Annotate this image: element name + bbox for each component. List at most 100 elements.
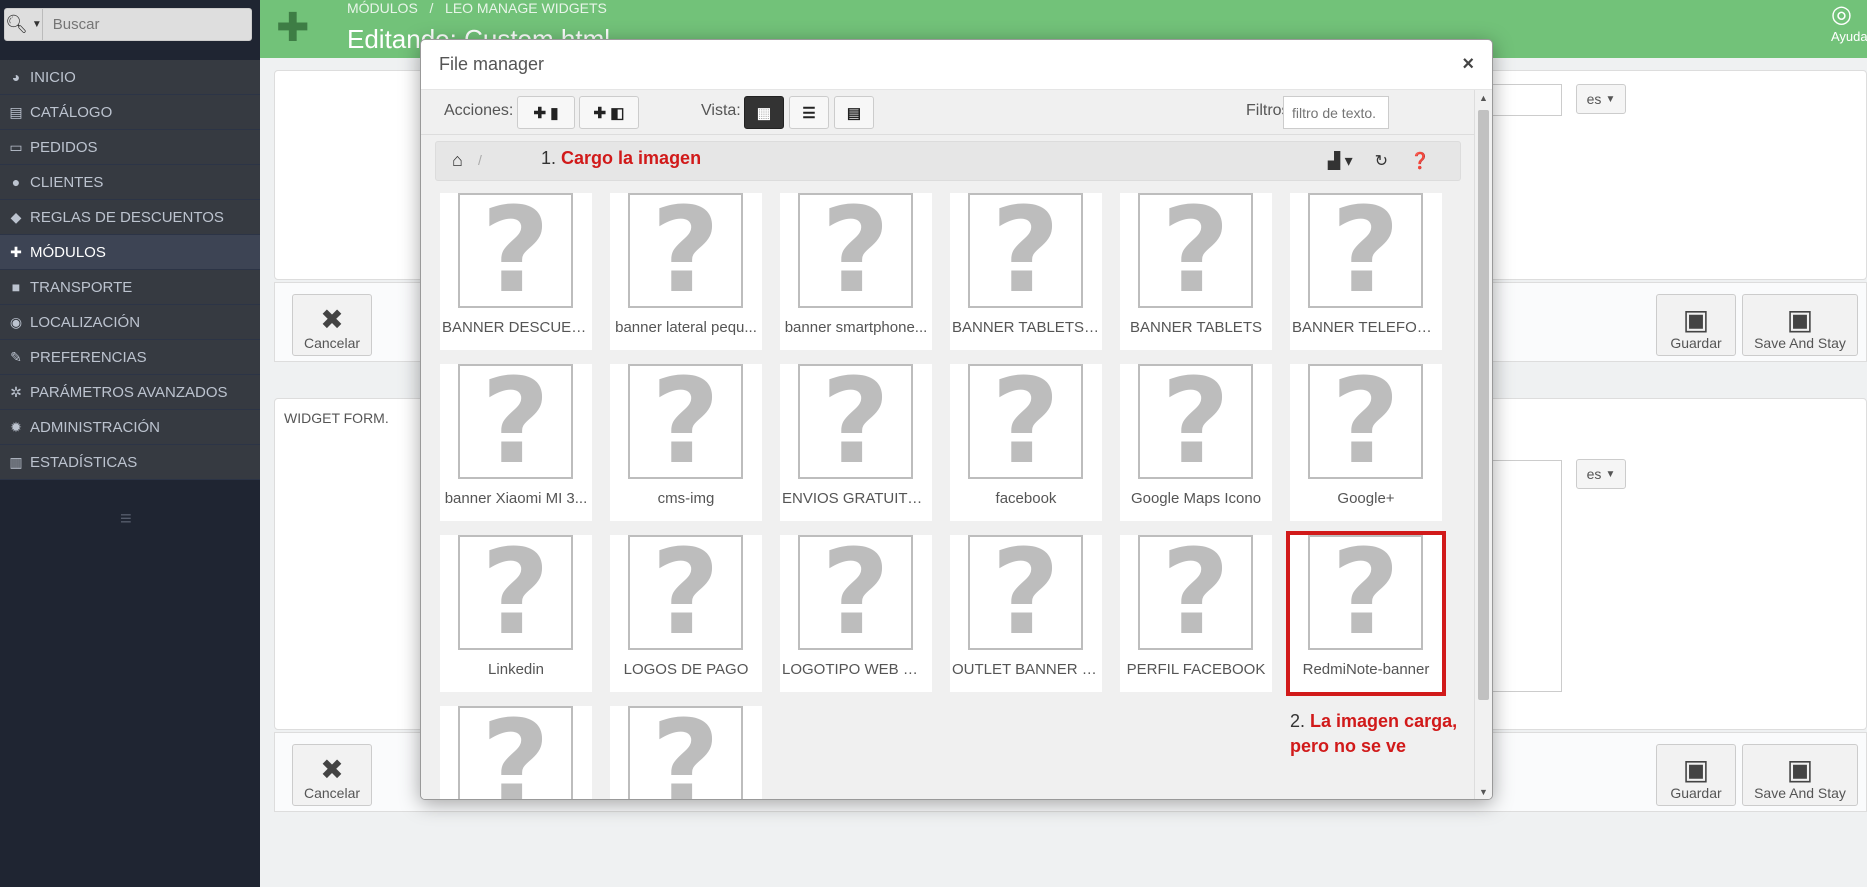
menu-collapse-icon[interactable]: ≡	[120, 508, 132, 531]
language-label: es	[1586, 466, 1602, 482]
file-name: Linkedin	[488, 661, 544, 678]
language-dropdown-2[interactable]: es ▼	[1576, 459, 1626, 489]
save-button-2[interactable]: ▣ Guardar	[1656, 744, 1736, 806]
file-tile[interactable]: ? facebook	[950, 364, 1102, 521]
sidebar-item-clientes[interactable]: ● CLIENTES	[0, 165, 260, 200]
file-tile[interactable]: ? OUTLET BANNER M...	[950, 535, 1102, 692]
file-tile[interactable]: ? Google+	[1290, 364, 1442, 521]
broken-image-icon: ?	[458, 364, 573, 479]
sidebar-item-label: ADMINISTRACIÓN	[30, 418, 161, 436]
sidebar-item-preferencias[interactable]: ✎ PREFERENCIAS	[0, 340, 260, 375]
close-icon[interactable]: ×	[1462, 53, 1474, 76]
broken-image-icon: ?	[798, 193, 913, 308]
modal-scrollbar[interactable]: ▲ ▼	[1474, 90, 1492, 799]
dashboard-icon: ◕	[11, 69, 21, 85]
file-tile[interactable]: ? cms-img	[610, 364, 762, 521]
broken-image-icon: ?	[1138, 364, 1253, 479]
file-tile[interactable]: ? banner smartphone...	[780, 193, 932, 350]
cancel-button[interactable]: ✖ Cancelar	[292, 294, 372, 356]
file-tile[interactable]: ?	[610, 706, 762, 799]
sidebar-item-modulos[interactable]: ✚ MÓDULOS	[0, 235, 260, 270]
broken-image-icon: ?	[1138, 535, 1253, 650]
scroll-up-icon[interactable]: ▲	[1475, 90, 1492, 107]
sidebar-item-pedidos[interactable]: ▭ PEDIDOS	[0, 130, 260, 165]
breadcrumb: MÓDULOS / LEO MANAGE WIDGETS	[347, 0, 607, 16]
tags-icon: ◆	[10, 208, 22, 225]
upload-file-button[interactable]: ✚ ▮	[517, 96, 575, 129]
help-button[interactable]: ◎ Ayuda	[1831, 0, 1867, 44]
scroll-down-icon[interactable]: ▼	[1475, 784, 1492, 799]
file-tile[interactable]: ? LOGOS DE PAGO	[610, 535, 762, 692]
annotation-1-text: Cargo la imagen	[561, 148, 702, 168]
sidebar-item-administracion[interactable]: ✹ ADMINISTRACIÓN	[0, 410, 260, 445]
path-tools: ▟ ▾ ↻ ❓	[1328, 151, 1430, 171]
broken-image-icon: ?	[628, 364, 743, 479]
search-box: 🔍︎ ▼	[4, 8, 252, 41]
title-input[interactable]	[1490, 84, 1562, 116]
scroll-thumb[interactable]	[1478, 110, 1489, 700]
bar-chart-icon: ▥	[9, 453, 23, 470]
sidebar-item-catalogo[interactable]: ▤ CATÁLOGO	[0, 95, 260, 130]
sidebar-item-inicio[interactable]: ◕ INICIO	[0, 60, 260, 95]
wrench-icon: ✎	[10, 348, 22, 365]
file-tile[interactable]: ? LOGOTIPO WEB MO...	[780, 535, 932, 692]
sidebar-item-parametros[interactable]: ✲ PARÁMETROS AVANZADOS	[0, 375, 260, 410]
file-name: RedmiNote-banner	[1302, 661, 1430, 678]
refresh-icon[interactable]: ↻	[1375, 151, 1388, 171]
file-tile[interactable]: ? BANNER TABLETS_1	[950, 193, 1102, 350]
cancel-button-2[interactable]: ✖ Cancelar	[292, 744, 372, 806]
broken-image-icon: ?	[458, 706, 573, 799]
annotation-2-number: 2.	[1290, 711, 1306, 731]
file-tile[interactable]: ? banner lateral pequ...	[610, 193, 762, 350]
view-grid-button[interactable]: ▦	[744, 96, 784, 129]
save-and-stay-button-2[interactable]: ▣ Save And Stay	[1742, 744, 1858, 806]
file-tile[interactable]: ? banner Xiaomi MI 3...	[440, 364, 592, 521]
annotation-2: 2. La imagen carga, pero no se ve	[1290, 709, 1475, 759]
file-tile-highlighted[interactable]: ? RedmiNote-banner	[1286, 531, 1446, 696]
new-folder-button[interactable]: ✚ ◧	[579, 96, 639, 129]
annotation-1-number: 1.	[541, 148, 557, 168]
broken-image-icon: ?	[1308, 193, 1423, 308]
file-manager-modal: File manager × Acciones: ✚ ▮ ✚ ◧ Vista: …	[420, 39, 1493, 800]
broken-image-icon: ?	[968, 193, 1083, 308]
search-scope-button[interactable]: 🔍︎ ▼	[5, 9, 43, 40]
file-tile[interactable]: ? Linkedin	[440, 535, 592, 692]
file-tile[interactable]: ? Google Maps Icono	[1120, 364, 1272, 521]
file-tile[interactable]: ? PERFIL FACEBOOK	[1120, 535, 1272, 692]
save-button[interactable]: ▣ Guardar	[1656, 294, 1736, 356]
save-label: Guardar	[1670, 785, 1722, 801]
actions-label: Acciones:	[444, 102, 514, 119]
broken-image-icon: ?	[798, 364, 913, 479]
file-tile[interactable]: ?	[440, 706, 592, 799]
view-columns-button[interactable]: ▤	[834, 96, 874, 129]
file-name: banner lateral pequ...	[615, 319, 757, 336]
sidebar-item-estadisticas[interactable]: ▥ ESTADÍSTICAS	[0, 445, 260, 480]
view-list-button[interactable]: ☰	[789, 96, 829, 129]
file-tile[interactable]: ? ENVIOS GRATUITOS...	[780, 364, 932, 521]
help-label: Ayuda	[1831, 29, 1867, 44]
floppy-icon: ▣	[1682, 304, 1710, 335]
save-and-stay-button[interactable]: ▣ Save And Stay	[1742, 294, 1858, 356]
search-input[interactable]	[42, 9, 252, 40]
filter-input[interactable]	[1283, 96, 1389, 129]
language-dropdown[interactable]: es ▼	[1576, 84, 1626, 114]
caret-down-icon: ▼	[1605, 468, 1616, 480]
grid-icon: ▦	[756, 104, 772, 122]
help-circle-icon[interactable]: ❓	[1410, 151, 1430, 171]
breadcrumb-leo-widgets[interactable]: LEO MANAGE WIDGETS	[445, 0, 607, 16]
content-editor[interactable]	[1490, 460, 1562, 692]
broken-image-icon: ?	[968, 535, 1083, 650]
sort-icon[interactable]: ▟ ▾	[1328, 151, 1353, 171]
file-tile[interactable]: ? BANNER DESCUEN...	[440, 193, 592, 350]
globe-icon: ◉	[9, 313, 23, 330]
sidebar-item-localizacion[interactable]: ◉ LOCALIZACIÓN	[0, 305, 260, 340]
sidebar-item-transporte[interactable]: ■ TRANSPORTE	[0, 270, 260, 305]
sidebar-item-reglas[interactable]: ◆ REGLAS DE DESCUENTOS	[0, 200, 260, 235]
file-tile[interactable]: ? BANNER TELEFONO...	[1290, 193, 1442, 350]
breadcrumb-separator: /	[429, 0, 434, 16]
home-icon[interactable]: ⌂	[452, 150, 463, 171]
annotation-2-line1: La imagen carga,	[1310, 711, 1458, 731]
file-tile[interactable]: ? BANNER TABLETS	[1120, 193, 1272, 350]
breadcrumb-modulos[interactable]: MÓDULOS	[347, 0, 418, 16]
credit-card-icon: ▭	[9, 138, 23, 155]
